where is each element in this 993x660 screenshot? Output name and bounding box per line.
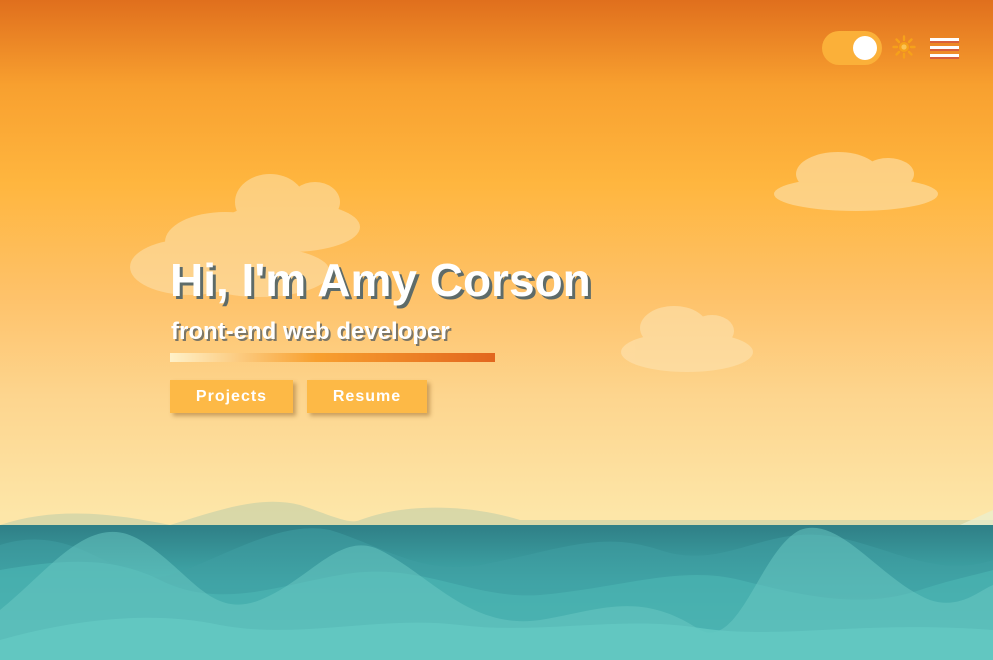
toggle-knob xyxy=(853,36,877,60)
cloud-center xyxy=(621,306,753,372)
theme-toggle[interactable] xyxy=(822,31,882,65)
subtitle-underline xyxy=(170,353,495,362)
ocean-waves xyxy=(0,501,993,660)
menu-line-3 xyxy=(930,54,959,57)
hero-section: Hi, I'm Amy Corson xyxy=(170,252,591,308)
cloud-right xyxy=(774,152,938,211)
hero-title: Hi, I'm Amy Corson xyxy=(170,254,591,306)
hero-subtitle: front-end web developer xyxy=(171,318,450,345)
sun-icon[interactable] xyxy=(892,35,916,59)
menu-line-1 xyxy=(930,38,959,41)
resume-button[interactable]: Resume xyxy=(307,380,427,413)
projects-button[interactable]: Projects xyxy=(170,380,293,413)
menu-line-2 xyxy=(930,46,959,49)
hamburger-menu-icon[interactable] xyxy=(930,38,960,60)
